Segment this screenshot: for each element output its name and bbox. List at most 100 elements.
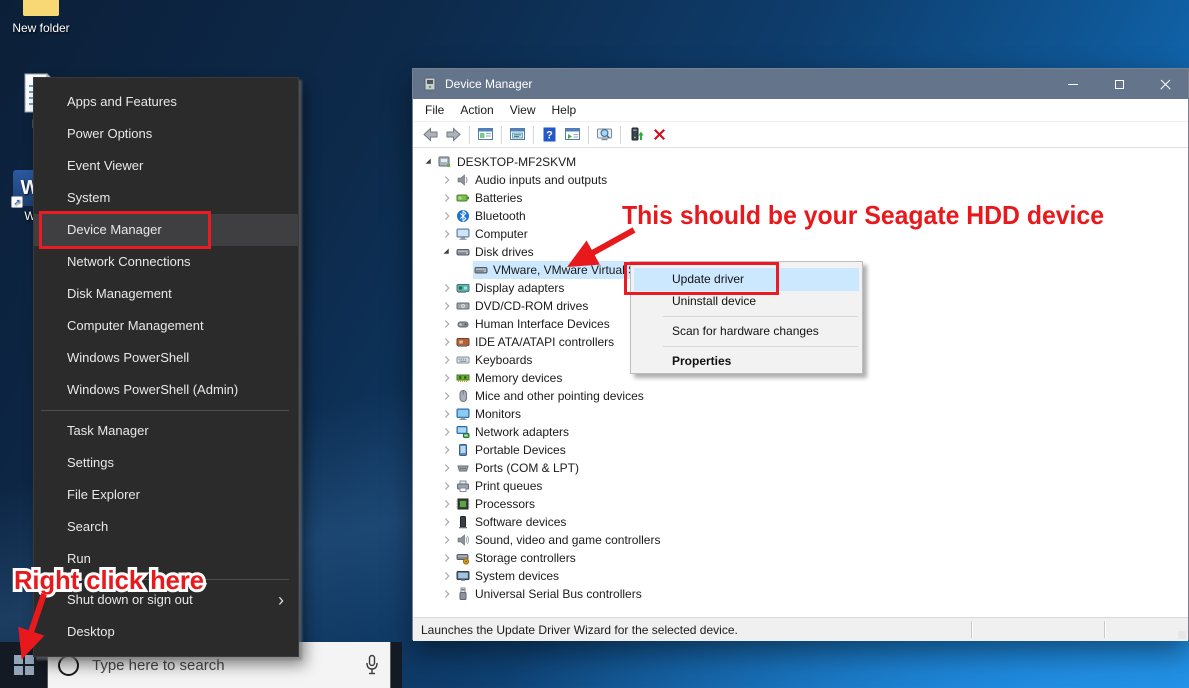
menu-item-label: Apps and Features [67, 94, 177, 109]
menu-item-label: Windows PowerShell (Admin) [67, 382, 238, 397]
expand-chevron-icon[interactable] [439, 443, 455, 457]
tree-item[interactable]: Monitors [413, 405, 1188, 423]
expand-chevron-icon[interactable] [439, 533, 455, 547]
help-icon[interactable] [541, 126, 558, 143]
expand-chevron-icon[interactable] [439, 173, 455, 187]
winx-item-file-explorer[interactable]: File Explorer [34, 479, 298, 511]
winx-item-windows-powershell-admin-[interactable]: Windows PowerShell (Admin) [34, 374, 298, 406]
context-item-scan-for-hardware-changes[interactable]: Scan for hardware changes [634, 321, 859, 342]
tree-item-label: DVD/CD-ROM drives [475, 299, 588, 313]
close-button[interactable] [1142, 69, 1188, 99]
expand-chevron-icon[interactable] [439, 389, 455, 403]
winx-item-network-connections[interactable]: Network Connections [34, 246, 298, 278]
winx-item-power-options[interactable]: Power Options [34, 118, 298, 150]
expand-chevron-icon[interactable] [439, 317, 455, 331]
tree-item-body: DVD/CD-ROM drives [455, 297, 591, 315]
tree-item[interactable]: Batteries [413, 189, 1188, 207]
windows-logo-icon [14, 655, 34, 675]
expand-chevron-icon[interactable] [439, 497, 455, 511]
microphone-icon[interactable] [364, 654, 380, 676]
minimize-button[interactable] [1050, 69, 1096, 99]
winx-item-task-manager[interactable]: Task Manager [34, 415, 298, 447]
winx-item-apps-and-features[interactable]: Apps and Features [34, 86, 298, 118]
software-icon [456, 515, 470, 529]
tree-item[interactable]: Computer [413, 225, 1188, 243]
resize-grip[interactable] [1178, 631, 1186, 639]
title-bar[interactable]: Device Manager [413, 69, 1188, 99]
expand-chevron-icon[interactable] [439, 551, 455, 565]
tree-item-body: Network adapters [455, 423, 572, 441]
winx-item-search[interactable]: Search [34, 511, 298, 543]
console-tree-icon[interactable] [477, 126, 494, 143]
tree-item[interactable]: Network adapters [413, 423, 1188, 441]
tree-item[interactable]: Mice and other pointing devices [413, 387, 1188, 405]
expand-chevron-icon[interactable] [439, 425, 455, 439]
expand-chevron-icon[interactable] [439, 515, 455, 529]
ram-icon [456, 371, 470, 385]
desktop-icon-label: New folder [6, 21, 76, 35]
forward-icon[interactable] [445, 126, 462, 143]
action-pane-icon[interactable] [564, 126, 581, 143]
tree-item[interactable]: Portable Devices [413, 441, 1188, 459]
tree-item-body: Processors [455, 495, 538, 513]
expand-chevron-icon[interactable] [439, 371, 455, 385]
mouse-icon [456, 389, 470, 403]
desktop-icon-new-folder[interactable]: New folder [6, 0, 76, 35]
menubar-item-file[interactable]: File [417, 103, 452, 117]
menubar-item-action[interactable]: Action [452, 103, 501, 117]
update-driver-icon[interactable] [628, 126, 645, 143]
collapse-chevron-icon[interactable] [421, 155, 437, 169]
tree-item[interactable]: DESKTOP-MF2SKVM [413, 153, 1188, 171]
uninstall-icon[interactable] [651, 126, 668, 143]
winx-item-disk-management[interactable]: Disk Management [34, 278, 298, 310]
tree-item[interactable]: Print queues [413, 477, 1188, 495]
tree-item[interactable]: Bluetooth [413, 207, 1188, 225]
back-icon[interactable] [422, 126, 439, 143]
expand-chevron-icon[interactable] [439, 587, 455, 601]
winx-item-desktop[interactable]: Desktop [34, 616, 298, 648]
minimize-icon [1068, 84, 1078, 85]
tree-item[interactable]: Storage controllers [413, 549, 1188, 567]
network-icon [456, 425, 470, 439]
winx-item-event-viewer[interactable]: Event Viewer [34, 150, 298, 182]
menubar-item-view[interactable]: View [502, 103, 544, 117]
tree-item[interactable]: Processors [413, 495, 1188, 513]
winx-item-windows-powershell[interactable]: Windows PowerShell [34, 342, 298, 374]
tree-item[interactable]: Audio inputs and outputs [413, 171, 1188, 189]
properties-icon[interactable] [509, 126, 526, 143]
collapse-chevron-icon[interactable] [439, 245, 455, 259]
context-item-properties[interactable]: Properties [634, 351, 859, 372]
winx-item-settings[interactable]: Settings [34, 447, 298, 479]
winx-item-system[interactable]: System [34, 182, 298, 214]
tree-item-label: Audio inputs and outputs [475, 173, 607, 187]
winx-item-device-manager[interactable]: Device Manager [34, 214, 298, 246]
tree-item[interactable]: Software devices [413, 513, 1188, 531]
expand-chevron-icon[interactable] [439, 281, 455, 295]
expand-chevron-icon[interactable] [439, 569, 455, 583]
tree-item-body: Computer [455, 225, 531, 243]
scan-view-icon[interactable] [596, 126, 613, 143]
expand-chevron-icon[interactable] [439, 191, 455, 205]
expand-chevron-icon[interactable] [439, 209, 455, 223]
winx-item-shut-down-or-sign-out[interactable]: Shut down or sign out› [34, 584, 298, 616]
expand-chevron-icon[interactable] [439, 227, 455, 241]
tree-item-body: Bluetooth [455, 207, 529, 225]
tree-item[interactable]: Sound, video and game controllers [413, 531, 1188, 549]
tree-item[interactable]: System devices [413, 567, 1188, 585]
winx-item-run[interactable]: Run [34, 543, 298, 575]
expand-chevron-icon[interactable] [439, 353, 455, 367]
winx-item-computer-management[interactable]: Computer Management [34, 310, 298, 342]
tree-item-body: Sound, video and game controllers [455, 531, 663, 549]
menubar-item-help[interactable]: Help [544, 103, 585, 117]
expand-chevron-icon[interactable] [439, 335, 455, 349]
expand-chevron-icon[interactable] [439, 299, 455, 313]
context-item-update-driver[interactable]: Update driver [634, 268, 859, 291]
expand-chevron-icon[interactable] [439, 407, 455, 421]
tree-item[interactable]: Disk drives [413, 243, 1188, 261]
tree-item[interactable]: Universal Serial Bus controllers [413, 585, 1188, 603]
expand-chevron-icon[interactable] [439, 461, 455, 475]
context-item-uninstall-device[interactable]: Uninstall device [634, 291, 859, 312]
tree-item[interactable]: Ports (COM & LPT) [413, 459, 1188, 477]
expand-chevron-icon[interactable] [439, 479, 455, 493]
maximize-button[interactable] [1096, 69, 1142, 99]
